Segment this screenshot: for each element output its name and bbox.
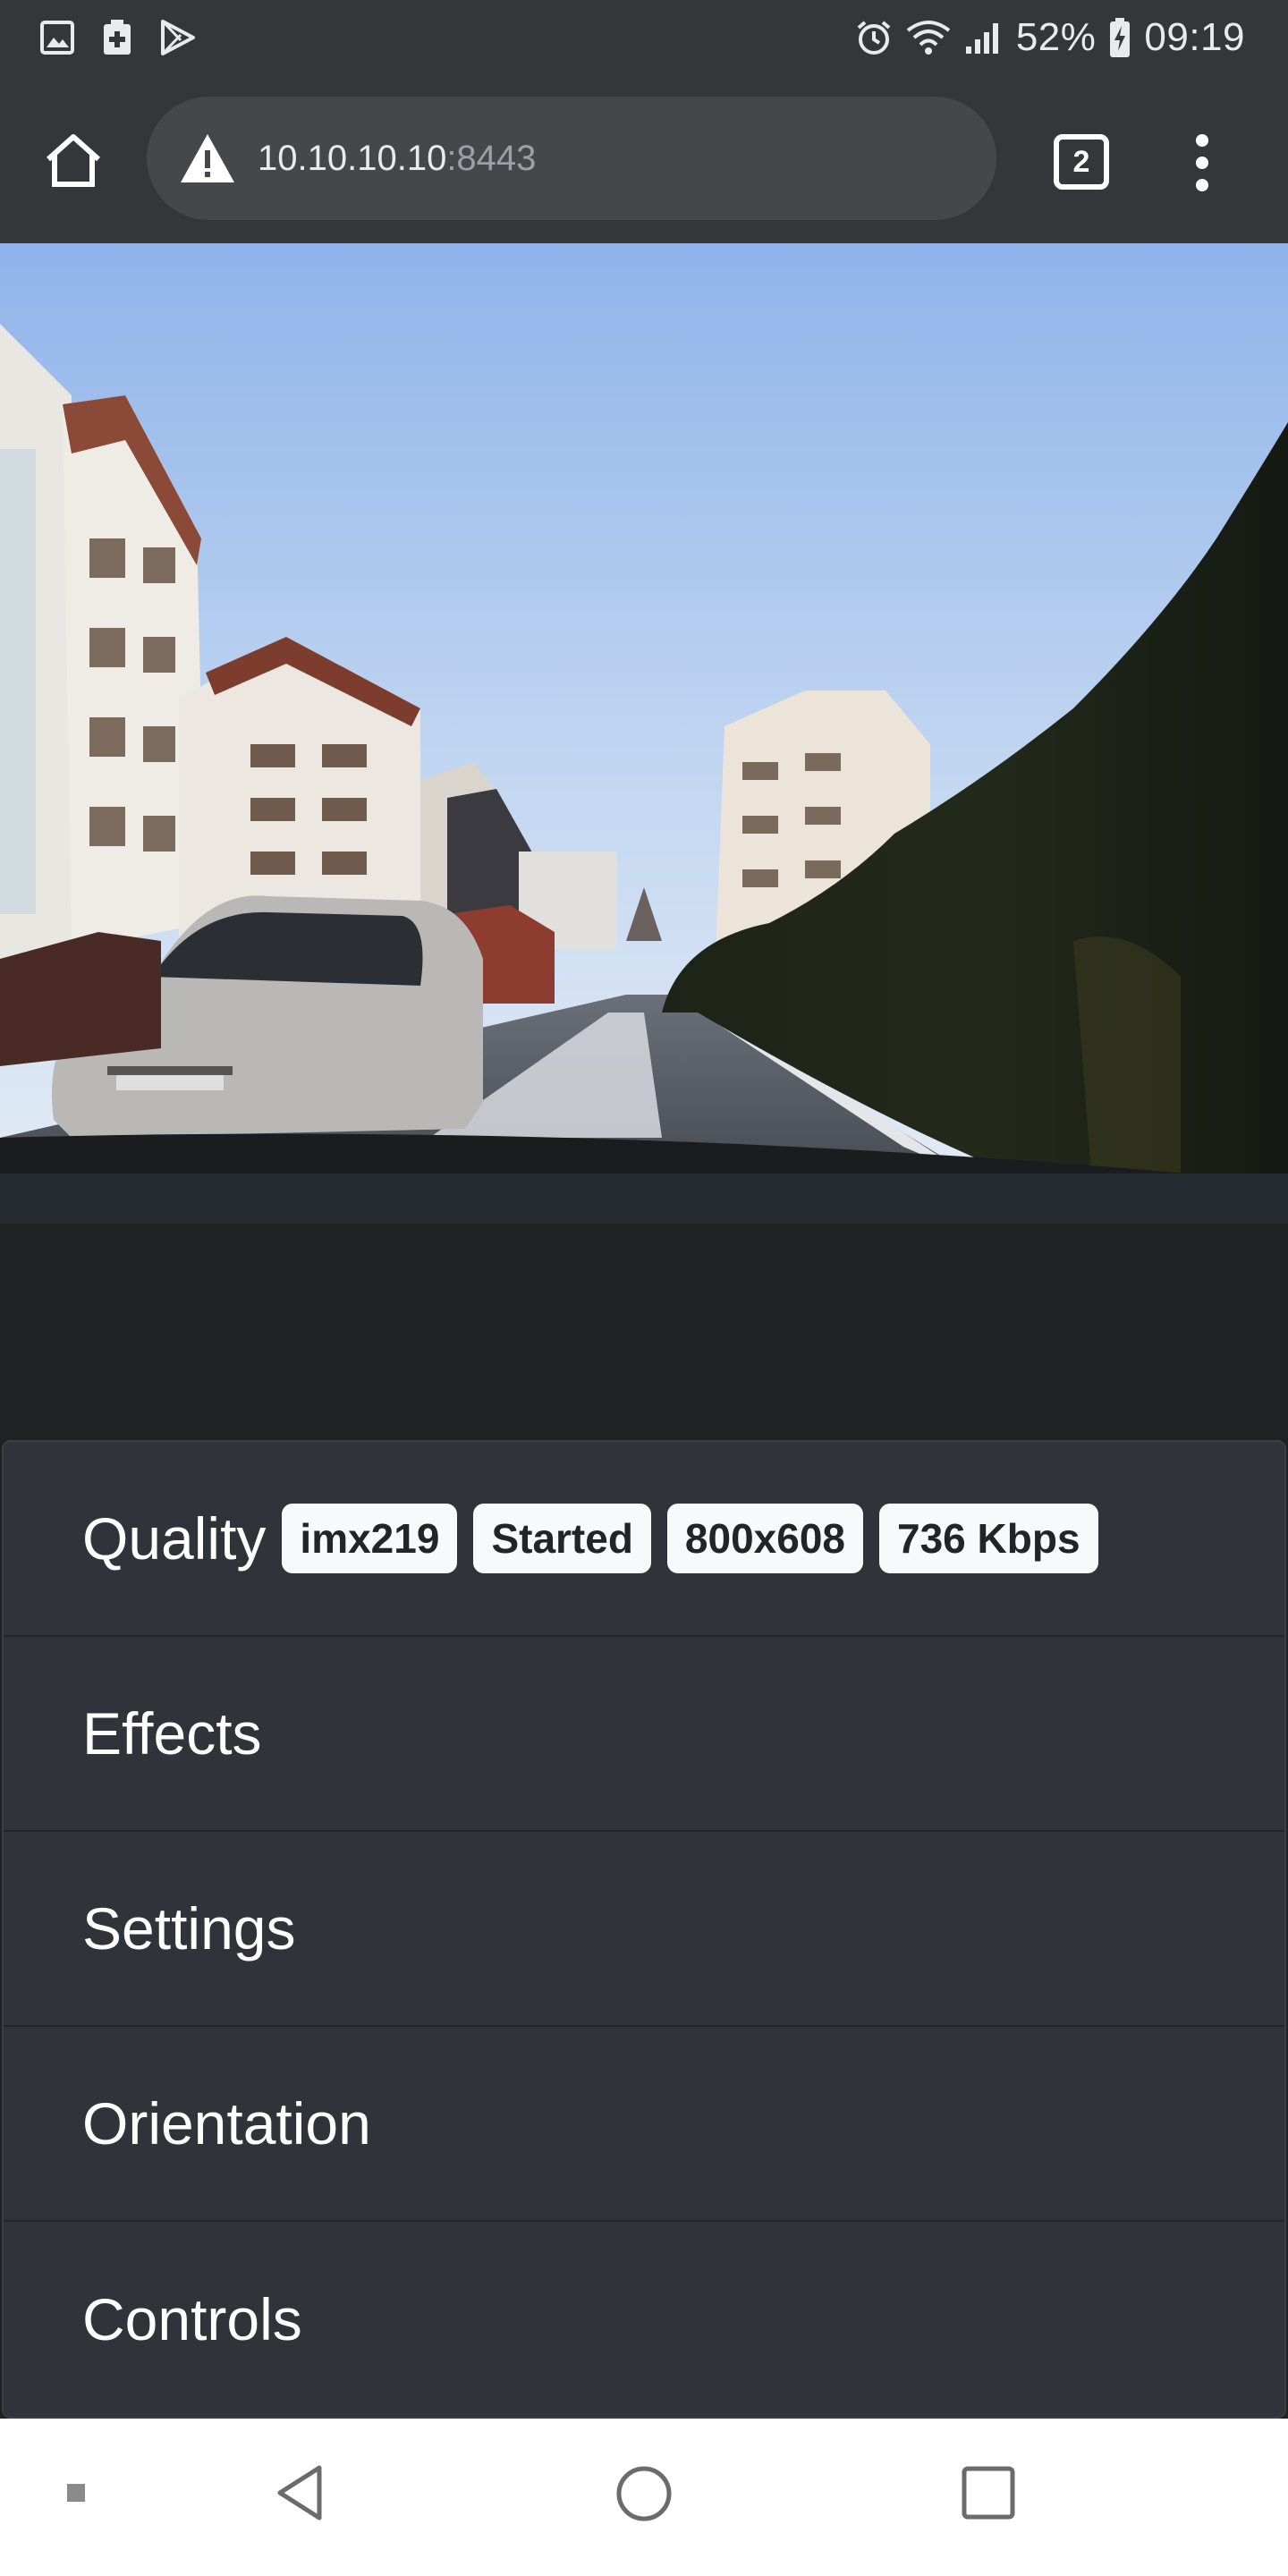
- status-badge: Started: [473, 1504, 651, 1573]
- home-button[interactable]: [38, 129, 109, 193]
- clock: 09:19: [1144, 15, 1245, 59]
- browser-toolbar: 10.10.10.10:8443 2: [0, 75, 1288, 243]
- control-accordion: Quality imx219 Started 800x608 736 Kbps …: [2, 1440, 1286, 2419]
- tab-switcher-button[interactable]: 2: [1054, 134, 1109, 190]
- settings-section-header[interactable]: Settings: [4, 1832, 1284, 2027]
- small-square-icon[interactable]: [63, 2479, 89, 2506]
- back-icon: [277, 2465, 322, 2521]
- stream-padding: [0, 1224, 1288, 1440]
- play-store-icon: [159, 19, 197, 56]
- menu-dot-icon: [1196, 134, 1208, 147]
- home-icon: [47, 134, 100, 187]
- camera-frame-image: [0, 243, 1288, 1224]
- bitrate-badge: 736 Kbps: [879, 1504, 1098, 1573]
- status-notifications: [39, 19, 224, 56]
- home-circle-icon: [616, 2466, 672, 2521]
- back-button[interactable]: [268, 2462, 331, 2524]
- sensor-badge: imx219: [282, 1504, 458, 1573]
- orientation-title: Orientation: [82, 2090, 371, 2157]
- status-system: 52% 09:19: [843, 15, 1245, 60]
- warning-triangle-icon[interactable]: [179, 131, 238, 185]
- home-nav-button[interactable]: [612, 2462, 676, 2526]
- settings-title: Settings: [82, 1895, 296, 1962]
- menu-dot-icon: [1196, 157, 1208, 169]
- overflow-menu-button[interactable]: [1181, 129, 1224, 197]
- url-port: :8443: [446, 138, 537, 178]
- controls-section-header[interactable]: Controls: [4, 2222, 1284, 2417]
- camera-stream-view: [0, 243, 1288, 1224]
- recents-button[interactable]: [957, 2462, 1020, 2524]
- effects-section-header[interactable]: Effects: [4, 1637, 1284, 1832]
- battery-percent: 52%: [1015, 15, 1097, 59]
- menu-dot-icon: [1196, 179, 1208, 191]
- orientation-section-header[interactable]: Orientation: [4, 2027, 1284, 2222]
- effects-title: Effects: [82, 1700, 262, 1767]
- controls-title: Controls: [82, 2286, 302, 2352]
- address-bar[interactable]: 10.10.10.10:8443: [147, 97, 996, 220]
- resolution-badge: 800x608: [666, 1504, 864, 1573]
- url-host: 10.10.10.10: [258, 138, 447, 178]
- medical-app-icon: [102, 19, 132, 56]
- system-navigation-bar: [0, 2419, 1288, 2576]
- wifi-icon: [905, 20, 952, 55]
- status-bar: 52% 09:19: [0, 0, 1288, 75]
- quality-title: Quality: [82, 1505, 267, 1572]
- battery-charging-icon: [1108, 17, 1131, 58]
- signal-icon: [964, 20, 1004, 55]
- recents-icon: [962, 2466, 1015, 2520]
- quality-section-header[interactable]: Quality imx219 Started 800x608 736 Kbps: [4, 1442, 1284, 1637]
- alarm-icon: [855, 19, 893, 56]
- gallery-icon: [39, 20, 75, 55]
